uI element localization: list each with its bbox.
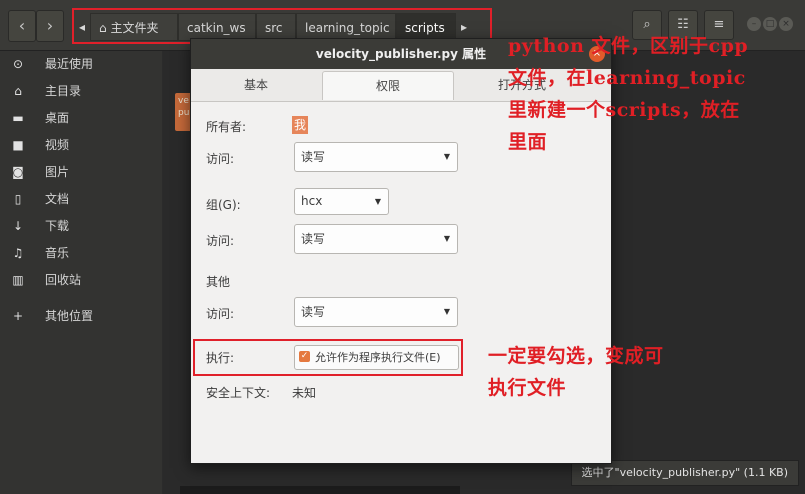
crumb-scroll-left[interactable]: ◂ xyxy=(74,13,90,41)
owner-access-label: 访问: xyxy=(206,152,235,166)
sidebar-item-label: 回收站 xyxy=(45,273,82,287)
tab-label: 权限 xyxy=(375,79,400,93)
home-icon: ⌂ xyxy=(14,84,22,98)
sidebar-item-documents[interactable]: ▯ 文档 xyxy=(0,186,162,213)
plus-icon: + xyxy=(12,309,24,323)
group-access-label: 访问: xyxy=(206,234,235,248)
select-value: 读写 xyxy=(301,232,326,246)
minimize-button[interactable]: – xyxy=(747,17,761,31)
music-icon: ♫ xyxy=(12,246,24,260)
trash-icon: ▥ xyxy=(12,273,24,287)
crumb-scripts[interactable]: scripts xyxy=(396,13,456,41)
camera-icon: ◙ xyxy=(12,165,24,179)
owner-access-select[interactable]: 读写 ▼ xyxy=(294,142,458,172)
annotation-line: python 文件，区别于cpp xyxy=(508,35,749,57)
crumb-label: catkin_ws xyxy=(187,21,246,35)
owner-value: 我 xyxy=(292,116,309,134)
video-icon: ■ xyxy=(12,138,24,152)
checkbox-label: 允许作为程序执行文件(E) xyxy=(315,351,441,364)
crumb-label: scripts xyxy=(405,21,445,35)
sidebar-item-label: 主目录 xyxy=(45,84,82,98)
sidebar-item-label: 视频 xyxy=(45,138,70,152)
crumb-label: src xyxy=(265,21,283,35)
sidebar-item-pictures[interactable]: ◙ 图片 xyxy=(0,159,162,186)
dropdown-arrow-icon: ▼ xyxy=(443,234,450,243)
download-icon: ↓ xyxy=(12,219,24,233)
group-access-select[interactable]: 读写 ▼ xyxy=(294,224,458,254)
file-icon-text: ve pu xyxy=(178,96,190,118)
sidebar-item-label: 最近使用 xyxy=(45,57,94,71)
chevron-left-icon: ‹ xyxy=(18,16,26,35)
crumb-learning-topic[interactable]: learning_topic xyxy=(296,13,396,41)
sidebar-item-label: 音乐 xyxy=(45,246,70,260)
context-label: 安全上下文: xyxy=(206,386,271,400)
tab-basic[interactable]: 基本 xyxy=(191,71,321,99)
checkmark-icon: ✓ xyxy=(299,351,310,362)
sidebar-item-label: 文档 xyxy=(45,192,70,206)
dialog-title: velocity_publisher.py 属性 xyxy=(315,47,487,61)
annotation-python-file: python 文件，区别于cpp 文件，在learning_topic 里新建一… xyxy=(508,30,800,158)
sidebar-item-videos[interactable]: ■ 视频 xyxy=(0,132,162,159)
sidebar-item-label: 下载 xyxy=(45,219,70,233)
dropdown-arrow-icon: ▼ xyxy=(443,307,450,316)
annotation-exec: 一定要勾选，变成可 执行文件 xyxy=(488,340,788,404)
close-window-button[interactable]: × xyxy=(779,17,793,31)
maximize-button[interactable]: □ xyxy=(763,17,777,31)
sidebar: ⊙ 最近使用 ⌂ 主目录 ▬ 桌面 ■ 视频 ◙ 图片 ▯ 文档 ↓ 下载 ♫ … xyxy=(0,51,162,494)
dropdown-arrow-icon: ▼ xyxy=(443,152,450,161)
close-icon: × xyxy=(782,19,790,29)
group-select[interactable]: hcx ▼ xyxy=(294,188,389,215)
context-value: 未知 xyxy=(292,386,317,400)
crumb-scroll-right[interactable]: ▸ xyxy=(456,13,472,41)
sidebar-item-label: 图片 xyxy=(45,165,70,179)
sidebar-item-downloads[interactable]: ↓ 下载 xyxy=(0,213,162,240)
dropdown-arrow-icon: ▼ xyxy=(374,197,381,206)
annotation-line: 执行文件 xyxy=(488,377,567,399)
crumb-label: 主文件夹 xyxy=(110,21,159,35)
sidebar-item-other-locations[interactable]: + 其他位置 xyxy=(0,303,162,330)
select-value: 读写 xyxy=(301,305,326,319)
sidebar-item-trash[interactable]: ▥ 回收站 xyxy=(0,267,162,294)
group-label: 组(G): xyxy=(206,198,241,212)
terminal-strip xyxy=(180,486,460,494)
maximize-icon: □ xyxy=(765,19,775,29)
folder-icon: ▬ xyxy=(12,111,24,125)
sidebar-item-label: 其他位置 xyxy=(45,309,94,323)
crumb-src[interactable]: src xyxy=(256,13,296,41)
allow-exec-checkbox[interactable]: ✓ 允许作为程序执行文件(E) xyxy=(294,345,459,370)
caret-right-icon: ▸ xyxy=(460,20,468,34)
clock-icon: ⊙ xyxy=(12,57,24,71)
document-icon: ▯ xyxy=(14,192,22,206)
home-icon: ⌂ xyxy=(99,21,107,35)
owner-label: 所有者: xyxy=(206,120,247,134)
crumb-catkin-ws[interactable]: catkin_ws xyxy=(178,13,256,41)
sidebar-item-recent[interactable]: ⊙ 最近使用 xyxy=(0,51,162,78)
chevron-right-icon: › xyxy=(46,16,54,35)
exec-label: 执行: xyxy=(206,351,235,365)
tab-label: 基本 xyxy=(243,78,268,92)
tab-permissions[interactable]: 权限 xyxy=(322,71,454,100)
annotation-line: 里面 xyxy=(508,131,548,153)
others-access-label: 访问: xyxy=(206,307,235,321)
sidebar-item-music[interactable]: ♫ 音乐 xyxy=(0,240,162,267)
crumb-home[interactable]: ⌂ 主文件夹 xyxy=(90,13,178,41)
others-label: 其他 xyxy=(206,275,231,289)
others-access-select[interactable]: 读写 ▼ xyxy=(294,297,458,327)
minimize-icon: – xyxy=(751,19,757,29)
status-text: 选中了"velocity_publisher.py" (1.1 KB) xyxy=(581,466,788,479)
forward-button[interactable]: › xyxy=(36,10,64,42)
annotation-line: 一定要勾选，变成可 xyxy=(488,345,664,367)
back-button[interactable]: ‹ xyxy=(8,10,36,42)
select-value: 读写 xyxy=(301,150,326,164)
caret-left-icon: ◂ xyxy=(78,20,86,34)
sidebar-item-desktop[interactable]: ▬ 桌面 xyxy=(0,105,162,132)
select-value: hcx xyxy=(301,194,323,208)
crumb-label: learning_topic xyxy=(305,21,390,35)
sidebar-item-home[interactable]: ⌂ 主目录 xyxy=(0,78,162,105)
annotation-line: 文件，在learning_topic xyxy=(508,67,746,89)
sidebar-item-label: 桌面 xyxy=(45,111,70,125)
annotation-line: 里新建一个scripts，放在 xyxy=(508,99,740,121)
